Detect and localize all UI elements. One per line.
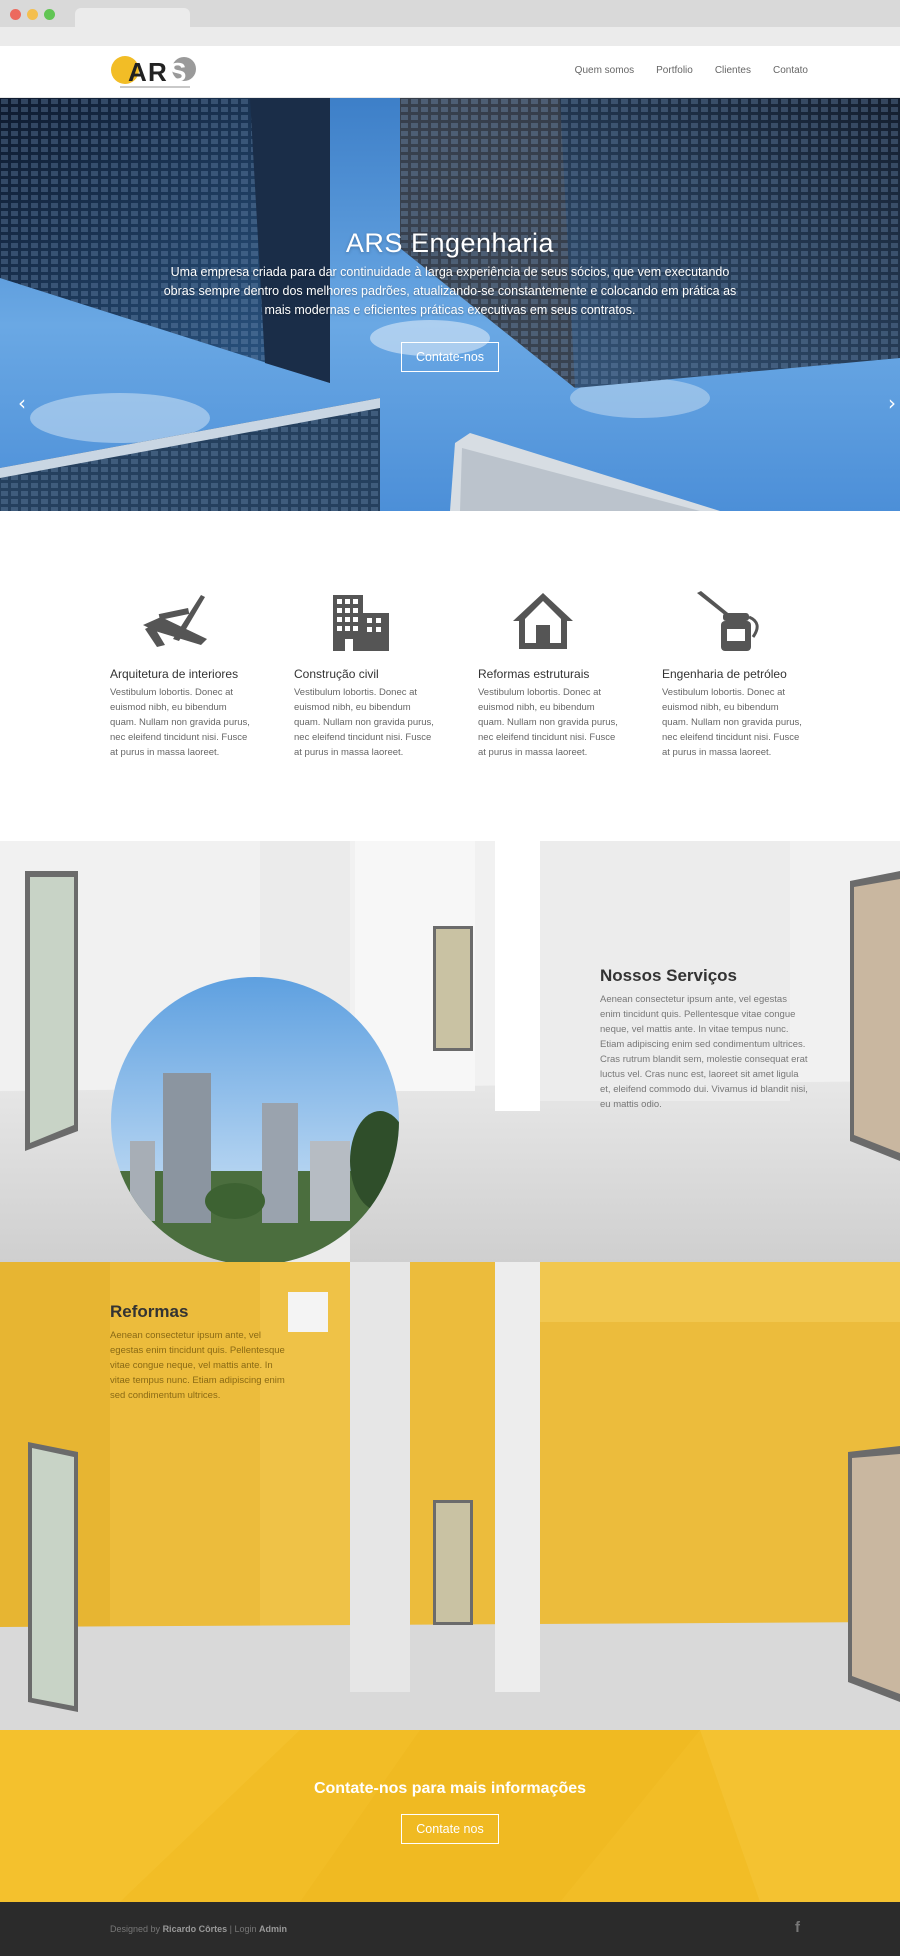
slider-next-arrow-icon[interactable]: › — [888, 393, 896, 413]
nav-item-clientes[interactable]: Clientes — [715, 65, 751, 76]
minimize-window-dot[interactable] — [27, 9, 38, 20]
nossos-servicos-section: Nossos Serviços Aenean consectetur ipsum… — [0, 841, 900, 1262]
reformas-text-block: Reformas Aenean consectetur ipsum ante, … — [110, 1302, 290, 1403]
nossos-servicos-text-block: Nossos Serviços Aenean consectetur ipsum… — [600, 966, 810, 1112]
close-window-dot[interactable] — [10, 9, 21, 20]
hero-contact-button[interactable]: Contate-nos — [400, 342, 500, 372]
footer-login: Login — [234, 1924, 257, 1934]
browser-chrome — [0, 0, 900, 46]
hero-slider: ARS Engenharia Uma empresa criada para d… — [0, 98, 900, 511]
service-text: Vestibulum lobortis. Donec at euismod ni… — [662, 687, 802, 758]
service-title: Engenharia de petróleo — [662, 667, 787, 681]
reformas-text: Aenean consectetur ipsum ante, vel egest… — [110, 1330, 285, 1401]
footer-separator: | — [229, 1924, 232, 1934]
service-title: Arquitetura de interiores — [110, 667, 239, 681]
tools-icon — [143, 595, 207, 647]
site-footer: Designed by Ricardo Côrtes | Login Admin… — [0, 1902, 900, 1956]
maximize-window-dot[interactable] — [44, 9, 55, 20]
cta-title: Contate-nos para mais informações — [313, 1780, 587, 1797]
nossos-servicos-text: Aenean consectetur ipsum ante, vel egest… — [600, 994, 808, 1110]
service-text: Vestibulum lobortis. Donec at euismod ni… — [294, 687, 434, 758]
reformas-section: Reformas Aenean consectetur ipsum ante, … — [0, 1262, 900, 1730]
site-header: A R S Quem somos Portfolio Clientes Cont… — [0, 46, 900, 98]
hero-title: ARS Engenharia — [345, 228, 555, 258]
oil-can-icon — [697, 591, 759, 651]
facebook-icon[interactable]: f — [795, 1919, 800, 1936]
nav-item-portfolio[interactable]: Portfolio — [656, 65, 693, 76]
service-title: Construção civil — [294, 667, 379, 681]
ars-logo[interactable]: A R S — [108, 53, 203, 93]
nossos-servicos-title: Nossos Serviços — [600, 966, 738, 985]
footer-admin-link[interactable]: Admin — [259, 1924, 287, 1934]
contact-cta-section: Contate-nos para mais informações Contat… — [0, 1730, 900, 1902]
service-item: Engenharia de petróleo Vestibulum lobort… — [662, 589, 802, 760]
hero-description: Uma empresa criada para dar continuidade… — [163, 265, 737, 317]
building-icon — [333, 595, 389, 651]
service-title: Reformas estruturais — [478, 667, 590, 681]
service-text: Vestibulum lobortis. Donec at euismod ni… — [110, 687, 250, 758]
svg-text:A: A — [128, 57, 147, 87]
service-item: Reformas estruturais Vestibulum lobortis… — [478, 589, 618, 760]
nav-item-contato[interactable]: Contato — [773, 65, 808, 76]
svg-text:R: R — [148, 57, 167, 87]
footer-designed-by: Designed by — [110, 1924, 161, 1934]
reformas-title: Reformas — [110, 1302, 189, 1321]
service-item: Arquitetura de interiores Vestibulum lob… — [110, 589, 250, 760]
main-nav: Quem somos Portfolio Clientes Contato — [575, 65, 808, 76]
svg-text:S: S — [169, 57, 186, 87]
service-item: Construção civil Vestibulum lobortis. Do… — [294, 589, 434, 760]
nav-item-quem-somos[interactable]: Quem somos — [575, 65, 634, 76]
footer-designer-link[interactable]: Ricardo Côrtes — [163, 1924, 228, 1934]
footer-credits: Designed by Ricardo Côrtes | Login Admin — [110, 1924, 287, 1934]
slider-prev-arrow-icon[interactable]: ‹ — [18, 393, 26, 413]
browser-tab[interactable] — [75, 8, 190, 38]
services-section: Arquitetura de interiores Vestibulum lob… — [0, 511, 900, 841]
service-text: Vestibulum lobortis. Donec at euismod ni… — [478, 687, 618, 758]
cta-contact-button[interactable]: Contate nos — [401, 1814, 499, 1844]
house-icon — [513, 593, 573, 649]
